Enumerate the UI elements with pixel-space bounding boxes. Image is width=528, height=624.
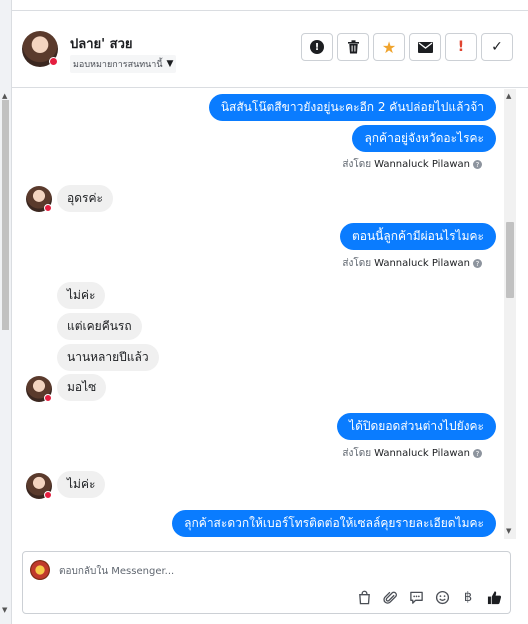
outer-scroll-down-arrow-icon[interactable]: ▼ xyxy=(2,606,7,614)
sent-by-line: ส่งโดย Wannaluck Pilawan ? xyxy=(342,256,482,271)
sent-by-line: ส่งโดย Wannaluck Pilawan ? xyxy=(342,157,482,172)
scroll-up-arrow-icon[interactable]: ▲ xyxy=(506,92,511,100)
exclamation-circle-icon: ! xyxy=(310,40,324,54)
sent-by-prefix: ส่งโดย xyxy=(342,159,372,170)
help-icon[interactable]: ? xyxy=(473,160,482,169)
message-list[interactable]: นิสสันโน๊ตสีขาวยังอยู่นะคะอีก 2 คันปล่อย… xyxy=(12,89,504,539)
message-outgoing: ได้ปิดยอดส่วนต่างไปยังคะ xyxy=(337,413,496,440)
message-bubble[interactable]: มอไซ xyxy=(57,374,107,401)
sent-by-name: Wannaluck Pilawan xyxy=(374,448,470,459)
messages-scrollbar[interactable]: ▲ ▼ xyxy=(504,89,516,539)
message-bubble[interactable]: แต่เคยคีนรถ xyxy=(57,313,142,340)
header-actions: ! ★ ! ✓ xyxy=(301,33,513,61)
saved-replies-icon[interactable] xyxy=(408,589,424,605)
message-incoming: ไม่ค่ะ xyxy=(57,282,106,309)
message-outgoing: ตอนนี้ลูกค้ามีผ่อนไรไมคะ xyxy=(339,223,496,250)
message-bubble[interactable]: ลุกค้าสะดวกให้เบอร์โทรติดต่อให้เซลล์คุยร… xyxy=(172,510,496,537)
mark-done-button[interactable]: ✓ xyxy=(481,33,513,61)
delete-button[interactable] xyxy=(337,33,369,61)
outer-scroll-up-arrow-icon[interactable]: ▲ xyxy=(2,92,7,100)
envelope-icon xyxy=(417,41,433,53)
message-incoming: มอไซ xyxy=(57,374,107,401)
assign-conversation-dropdown[interactable]: มอบหมายการสนทนานี้ ▼ xyxy=(70,55,177,73)
contact-avatar-small xyxy=(26,473,52,499)
help-icon[interactable]: ? xyxy=(473,259,482,268)
message-outgoing: ลุกค้าสะดวกให้เบอร์โทรติดต่อให้เซลล์คุยร… xyxy=(172,510,496,537)
message-bubble[interactable]: อุดรค่ะ xyxy=(57,185,113,212)
scroll-down-arrow-icon[interactable]: ▼ xyxy=(506,527,511,535)
trash-icon xyxy=(347,40,359,54)
message-bubble[interactable]: นิสสันโน๊ตสีขาวยังอยู่นะคะอีก 2 คันปล่อย… xyxy=(208,94,496,121)
message-bubble[interactable]: ตอนนี้ลูกค้ามีผ่อนไรไมคะ xyxy=(339,223,496,250)
sent-by-line: ส่งโดย Wannaluck Pilawan ? xyxy=(342,446,482,461)
message-outgoing: นิสสันโน๊ตสีขาวยังอยู่นะคะอีก 2 คันปล่อย… xyxy=(208,94,496,121)
mark-unread-button[interactable] xyxy=(409,33,441,61)
sent-by-name: Wannaluck Pilawan xyxy=(374,258,470,269)
message-bubble[interactable]: ได้ปิดยอดส่วนต่างไปยังคะ xyxy=(337,413,496,440)
message-bubble[interactable]: ไม่ค่ะ xyxy=(57,471,106,498)
star-button[interactable]: ★ xyxy=(373,33,405,61)
message-outgoing: ลุกค้าอยู่จังหวัดอะไรคะ xyxy=(352,125,496,152)
outer-scroll-thumb[interactable] xyxy=(2,100,9,330)
sent-by-prefix: ส่งโดย xyxy=(342,448,372,459)
follow-up-button[interactable]: ! xyxy=(445,33,477,61)
message-bubble[interactable]: นานหลายปีแล้ว xyxy=(57,344,159,371)
contact-avatar-small xyxy=(26,376,52,402)
reply-input[interactable] xyxy=(59,561,479,581)
sent-by-name: Wannaluck Pilawan xyxy=(374,159,470,170)
page-avatar xyxy=(30,560,50,580)
message-incoming: นานหลายปีแล้ว xyxy=(57,344,159,371)
message-bubble[interactable]: ลุกค้าอยู่จังหวัดอะไรคะ xyxy=(352,125,496,152)
baht-payment-icon[interactable]: ฿ xyxy=(460,589,476,605)
help-icon[interactable]: ? xyxy=(473,449,482,458)
message-incoming: แต่เคยคีนรถ xyxy=(57,313,142,340)
message-incoming: อุดรค่ะ xyxy=(57,185,113,212)
paperclip-icon[interactable] xyxy=(382,589,398,605)
exclamation-icon: ! xyxy=(457,39,465,55)
sent-by-prefix: ส่งโดย xyxy=(342,258,372,269)
status-dot-icon xyxy=(44,491,52,499)
mark-spam-button[interactable]: ! xyxy=(301,33,333,61)
shopping-bag-icon[interactable] xyxy=(356,589,372,605)
message-bubble[interactable]: ไม่ค่ะ xyxy=(57,282,106,309)
contact-name[interactable]: ปลาย' สวย xyxy=(70,33,133,54)
message-incoming: ไม่ค่ะ xyxy=(57,471,106,498)
status-dot-icon xyxy=(44,204,52,212)
thumbs-up-icon[interactable] xyxy=(486,589,502,605)
conversation-header: ปลาย' สวย มอบหมายการสนทนานี้ ▼ ! ★ ! ✓ xyxy=(12,11,528,88)
assign-label: มอบหมายการสนทนานี้ xyxy=(73,60,163,70)
status-dot-icon xyxy=(44,394,52,402)
outer-scrollbar[interactable]: ▲ ▼ xyxy=(0,0,12,624)
reply-composer: ฿ xyxy=(22,551,511,614)
emoji-icon[interactable] xyxy=(434,589,450,605)
scroll-thumb[interactable] xyxy=(506,222,514,298)
star-icon: ★ xyxy=(381,37,397,57)
composer-toolbar: ฿ xyxy=(356,589,502,605)
checkmark-icon: ✓ xyxy=(491,39,503,55)
caret-down-icon: ▼ xyxy=(166,59,174,69)
contact-avatar-small xyxy=(26,186,52,212)
status-dot-icon xyxy=(49,57,58,66)
conversation-panel: ปลาย' สวย มอบหมายการสนทนานี้ ▼ ! ★ ! ✓ น… xyxy=(12,0,528,624)
